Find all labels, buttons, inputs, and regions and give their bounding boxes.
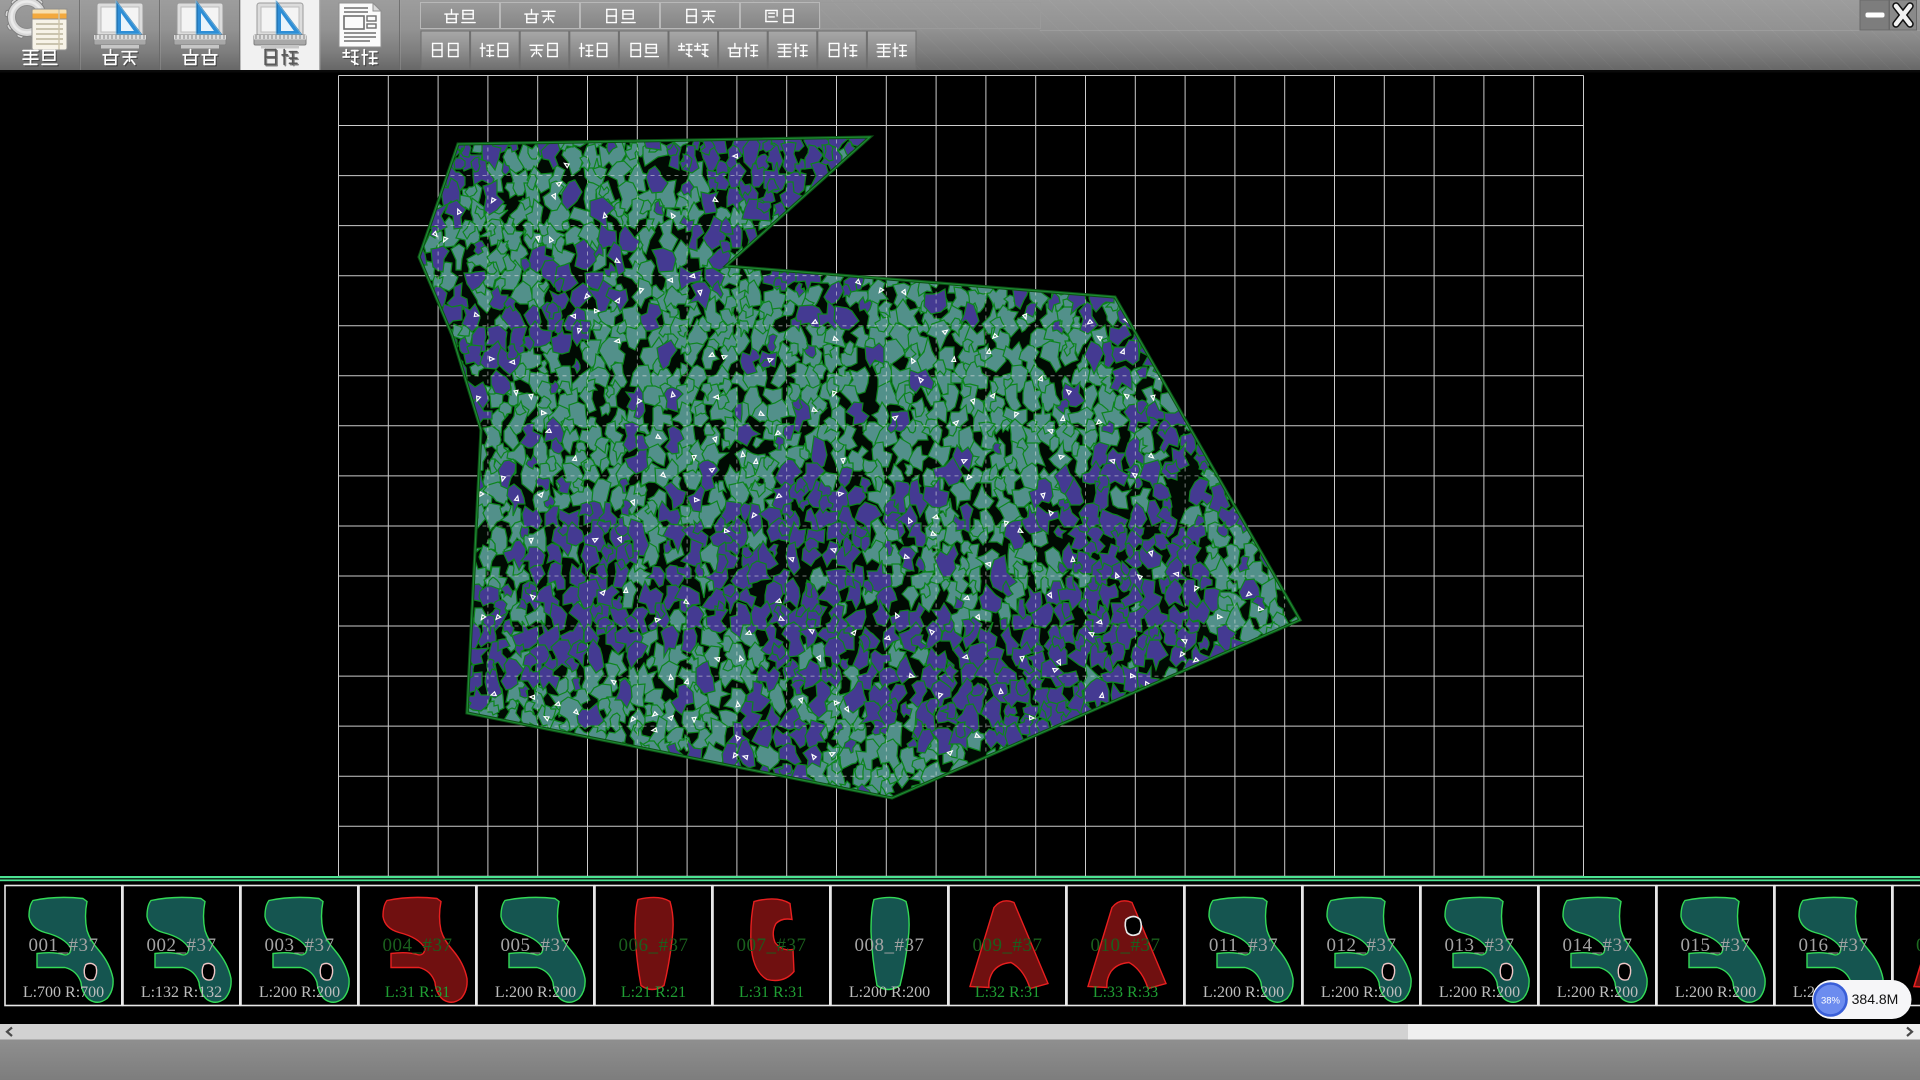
svg-text:007_#37: 007_#37: [737, 935, 807, 956]
svg-text:014_#37: 014_#37: [1563, 935, 1633, 956]
svg-text:015_#37: 015_#37: [1681, 935, 1751, 956]
svg-text:008_#37: 008_#37: [855, 935, 925, 956]
svg-text:L:31 R:31: L:31 R:31: [739, 984, 804, 1001]
svg-text:L:200 R:200: L:200 R:200: [1439, 984, 1520, 1001]
svg-text:L:200 R:200: L:200 R:200: [1557, 984, 1638, 1001]
svg-text:L:700 R:700: L:700 R:700: [23, 984, 104, 1001]
svg-text:013_#37: 013_#37: [1445, 935, 1515, 956]
svg-text:L:200 R:200: L:200 R:200: [1675, 984, 1756, 1001]
svg-text:L:200 R:200: L:200 R:200: [849, 984, 930, 1001]
svg-text:384.8M: 384.8M: [1852, 991, 1899, 1007]
svg-text:L:31 R:31: L:31 R:31: [385, 984, 450, 1001]
svg-text:016_#37: 016_#37: [1799, 935, 1869, 956]
svg-text:L:32 R:31: L:32 R:31: [975, 984, 1040, 1001]
svg-text:L:200 R:200: L:200 R:200: [495, 984, 576, 1001]
svg-text:009_#37: 009_#37: [973, 935, 1043, 956]
svg-text:L:33 R:33: L:33 R:33: [1093, 984, 1158, 1001]
svg-text:38%: 38%: [1821, 996, 1841, 1007]
svg-text:003_#37: 003_#37: [265, 935, 335, 956]
svg-text:006_#37: 006_#37: [619, 935, 689, 956]
svg-text:010_#37: 010_#37: [1091, 935, 1161, 956]
svg-text:002_#37: 002_#37: [147, 935, 217, 956]
svg-text:004_#37: 004_#37: [383, 935, 453, 956]
svg-text:012_#37: 012_#37: [1327, 935, 1397, 956]
svg-text:L:132 R:132: L:132 R:132: [141, 984, 222, 1001]
svg-text:005_#37: 005_#37: [501, 935, 571, 956]
svg-text:L:21 R:21: L:21 R:21: [621, 984, 686, 1001]
svg-text:017_#37: 017_#37: [1916, 935, 1920, 956]
svg-text:L:200 R:200: L:200 R:200: [1321, 984, 1402, 1001]
svg-text:011_#37: 011_#37: [1209, 935, 1278, 956]
svg-text:L:200 R:200: L:200 R:200: [1203, 984, 1284, 1001]
svg-text:L:200 R:200: L:200 R:200: [259, 984, 340, 1001]
svg-text:001_#37: 001_#37: [29, 935, 99, 956]
